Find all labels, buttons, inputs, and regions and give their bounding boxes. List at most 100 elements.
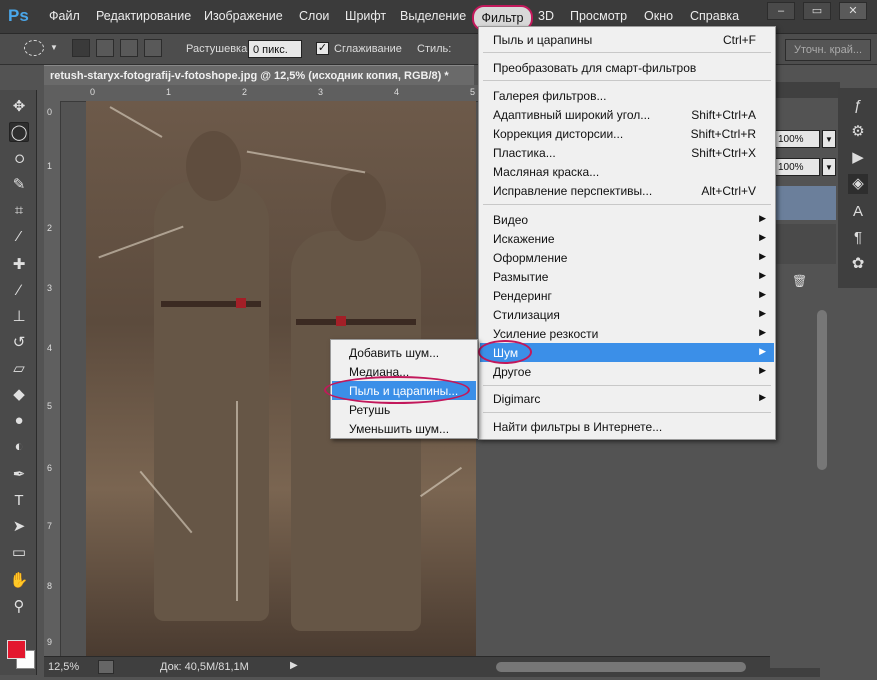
document-tab[interactable]: retush-staryx-fotografij-v-fotoshope.jpg… — [44, 65, 474, 86]
fill-dropdown-icon[interactable]: ▼ — [822, 158, 836, 176]
blur-icon[interactable]: ● — [9, 410, 29, 430]
menu-item-convert-smart[interactable]: Преобразовать для смарт-фильтров — [480, 58, 774, 77]
menu-item-last-filter[interactable]: Пыль и царапины Ctrl+F — [480, 30, 774, 49]
type-icon[interactable]: T — [9, 490, 29, 510]
eyedropper-icon[interactable]: ⁄ — [9, 226, 29, 246]
elliptical-marquee-icon[interactable] — [24, 40, 44, 56]
ruler-left-label: 8 — [47, 581, 53, 591]
menu-3d[interactable]: 3D — [538, 9, 554, 23]
subtract-selection-icon[interactable] — [120, 39, 138, 57]
menu-item-vanishing-point[interactable]: Исправление перспективы... Alt+Ctrl+V — [480, 181, 774, 200]
menu-item-label: Искажение — [493, 232, 555, 246]
delete-layer-icon[interactable]: 🗑 — [792, 274, 807, 288]
menu-item-pixelate[interactable]: Оформление ▶ — [480, 248, 774, 267]
hand-icon[interactable]: ✋ — [9, 570, 29, 590]
opacity-field[interactable]: 100% — [774, 130, 820, 148]
menu-window[interactable]: Окно — [644, 9, 673, 23]
layer-row-selected[interactable] — [772, 186, 836, 220]
menu-item-label: Галерея фильтров... — [493, 89, 607, 103]
status-icon[interactable] — [98, 660, 114, 674]
new-selection-icon[interactable] — [72, 39, 90, 57]
fill-field[interactable]: 100% — [774, 158, 820, 176]
foreground-color-swatch[interactable] — [7, 640, 26, 659]
photo-crack — [419, 466, 463, 498]
antialias-checkbox[interactable]: ✓ — [316, 42, 329, 55]
opacity-dropdown-icon[interactable]: ▼ — [822, 130, 836, 148]
menu-item-sharpen[interactable]: Усиление резкости ▶ — [480, 324, 774, 343]
dodge-icon[interactable]: ◐ — [9, 436, 29, 456]
zoom-icon[interactable]: ⚲ — [9, 596, 29, 616]
marquee-icon[interactable]: ◯ — [9, 122, 29, 142]
menu-image[interactable]: Изображение — [204, 9, 283, 23]
healing-icon[interactable]: ✚ — [9, 254, 29, 274]
refine-edge-button[interactable]: Уточн. край... — [785, 39, 871, 61]
ruler-left-label: 6 — [47, 463, 53, 473]
crop-icon[interactable]: ⌗ — [9, 200, 29, 220]
quick-select-icon[interactable]: ✎ — [9, 174, 29, 194]
document-size: Док: 40,5M/81,1M — [160, 661, 249, 673]
history-brush-icon[interactable]: ↺ — [9, 332, 29, 352]
eraser-icon[interactable]: ▱ — [9, 358, 29, 378]
shape-icon[interactable]: ▭ — [9, 542, 29, 562]
add-selection-icon[interactable] — [96, 39, 114, 57]
zoom-level[interactable]: 12,5% — [48, 661, 79, 673]
menu-item-liquify[interactable]: Пластика... Shift+Ctrl+X — [480, 143, 774, 162]
play-panel-icon[interactable]: ▶ — [848, 148, 868, 168]
history-panel-icon[interactable]: ƒ — [848, 96, 868, 116]
character-panel-icon[interactable]: A — [848, 202, 868, 222]
submenu-arrow-icon: ▶ — [759, 251, 766, 261]
soldier-right-head — [331, 171, 386, 241]
styles-panel-icon[interactable]: ✿ — [848, 254, 868, 274]
layer-row[interactable] — [772, 224, 836, 264]
menu-item-stylize[interactable]: Стилизация ▶ — [480, 305, 774, 324]
menu-item-distort[interactable]: Искажение ▶ — [480, 229, 774, 248]
menu-item-digimarc[interactable]: Digimarc ▶ — [480, 389, 774, 408]
menu-item-lens-correction[interactable]: Коррекция дисторсии... Shift+Ctrl+R — [480, 124, 774, 143]
ruler-top-label: 5 — [470, 87, 476, 97]
menu-item-oil-paint[interactable]: Масляная краска... — [480, 162, 774, 181]
menu-layers[interactable]: Слои — [299, 9, 329, 23]
menu-item-blur[interactable]: Размытие ▶ — [480, 267, 774, 286]
menu-item-browse-online[interactable]: Найти фильтры в Интернете... — [480, 417, 774, 436]
intersect-selection-icon[interactable] — [144, 39, 162, 57]
maximize-button[interactable]: ▭ — [803, 2, 831, 20]
menu-file[interactable]: Файл — [49, 9, 80, 23]
bucket-icon[interactable]: ◆ — [9, 384, 29, 404]
minimize-button[interactable]: – — [767, 2, 795, 20]
submenu-item-reduce-noise[interactable]: Уменьшить шум... — [332, 419, 476, 438]
paragraph-panel-icon[interactable]: ¶ — [848, 228, 868, 248]
stamp-icon[interactable]: ⊥ — [9, 306, 29, 326]
menu-item-label: Оформление — [493, 251, 568, 265]
menu-edit[interactable]: Редактирование — [96, 9, 191, 23]
menu-item-video[interactable]: Видео ▶ — [480, 210, 774, 229]
menu-item-filter-gallery[interactable]: Галерея фильтров... — [480, 86, 774, 105]
status-menu-arrow-icon[interactable]: ▶ — [290, 660, 298, 671]
ruler-left-label: 9 — [47, 637, 53, 647]
submenu-item-add-noise[interactable]: Добавить шум... — [332, 343, 476, 362]
ruler-left-label: 4 — [47, 343, 53, 353]
menu-item-label: Стилизация — [493, 308, 560, 322]
tool-preset-chevron-icon[interactable]: ▼ — [50, 43, 58, 52]
menu-type[interactable]: Шрифт — [345, 9, 386, 23]
menu-help[interactable]: Справка — [690, 9, 739, 23]
path-select-icon[interactable]: ➤ — [9, 516, 29, 536]
actions-panel-icon[interactable]: ⚙ — [848, 122, 868, 142]
pen-icon[interactable]: ✒ — [9, 464, 29, 484]
menu-item-render[interactable]: Рендеринг ▶ — [480, 286, 774, 305]
move-icon[interactable]: ✥ — [9, 96, 29, 116]
menu-item-adaptive-wide-angle[interactable]: Адаптивный широкий угол... Shift+Ctrl+A — [480, 105, 774, 124]
close-window-button[interactable]: ✕ — [839, 2, 867, 20]
feather-input[interactable]: 0 пикс. — [248, 40, 302, 58]
menu-item-other[interactable]: Другое ▶ — [480, 362, 774, 381]
horizontal-scrollbar[interactable] — [496, 662, 746, 672]
layers-panel-icon[interactable]: ◈ — [848, 174, 868, 194]
menu-item-label: Коррекция дисторсии... — [493, 127, 624, 141]
brush-icon[interactable]: ∕ — [9, 280, 29, 300]
menu-view[interactable]: Просмотр — [570, 9, 627, 23]
menu-item-label: Преобразовать для смарт-фильтров — [493, 61, 697, 75]
lasso-icon[interactable]: ഠ — [9, 148, 29, 168]
soldier-left-head — [186, 131, 241, 201]
menu-separator — [483, 412, 771, 413]
menu-select[interactable]: Выделение — [400, 9, 466, 23]
vertical-scrollbar[interactable] — [817, 310, 827, 470]
